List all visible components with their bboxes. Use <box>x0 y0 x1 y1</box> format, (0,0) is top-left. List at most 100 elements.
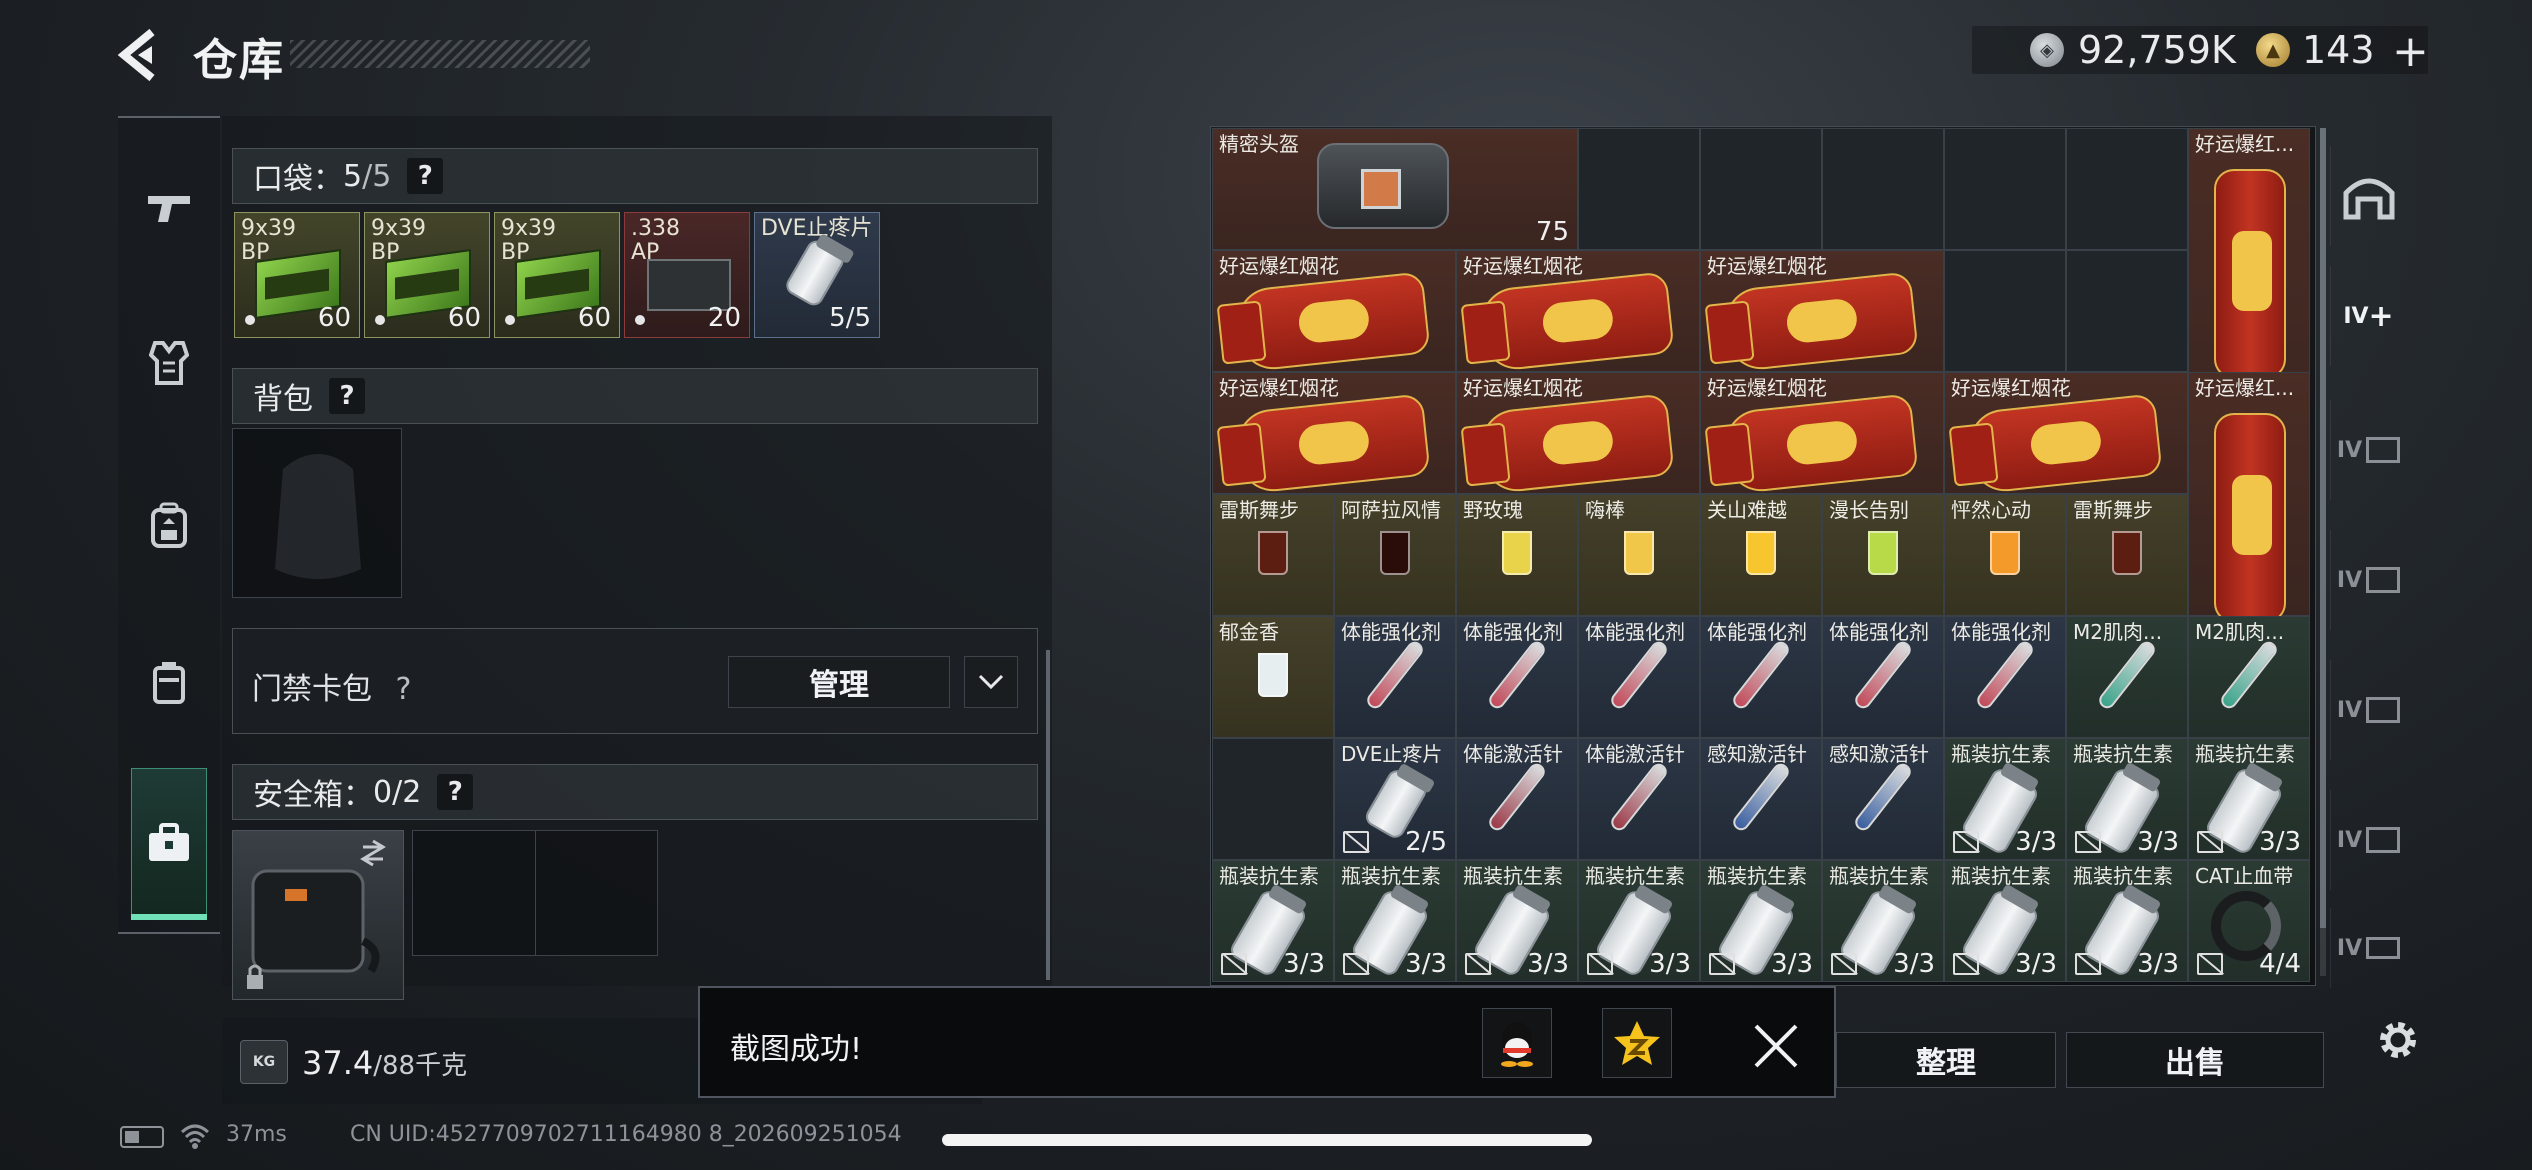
back-button[interactable] <box>112 24 174 86</box>
nav-container[interactable] <box>132 646 206 720</box>
grid-item[interactable]: 体能强化剂 <box>1334 616 1456 738</box>
rail-tab-4[interactable]: IV <box>2330 790 2406 890</box>
grid-item[interactable]: 瓶装抗生素 3/3 <box>1822 860 1944 982</box>
grid-item[interactable]: 精密头盔 75 <box>1212 128 1578 250</box>
grid-scrollbar[interactable] <box>2320 128 2326 928</box>
close-icon[interactable] <box>1746 1016 1806 1076</box>
grid-item[interactable]: M2肌肉... <box>2066 616 2188 738</box>
grid-item[interactable]: 好运爆红烟花 <box>1456 372 1700 495</box>
pocket-slot-4[interactable]: .338 AP 20 <box>624 212 750 338</box>
grid-item[interactable]: 瓶装抗生素 3/3 <box>1334 860 1456 982</box>
sell-button[interactable]: 出售 <box>2066 1032 2324 1088</box>
grid-item[interactable]: 雷斯舞步 <box>1212 494 1334 616</box>
share-qzone-button[interactable] <box>1602 1008 1672 1078</box>
tab-icon: IV <box>2336 567 2363 593</box>
left-scrollbar[interactable] <box>1046 650 1050 980</box>
grid-item[interactable]: 体能强化剂 <box>1456 616 1578 738</box>
item-label: 漫长告别 <box>1829 498 1909 522</box>
grid-item[interactable]: 瓶装抗生素 3/3 <box>1456 860 1578 982</box>
nav-armor[interactable] <box>132 326 206 400</box>
empty-grid-cell[interactable] <box>1944 128 2066 250</box>
safebox-empty-slots[interactable] <box>412 830 658 956</box>
item-label: 怦然心动 <box>1951 498 2031 522</box>
syringe-icon <box>1730 760 1792 834</box>
keycard-help-button[interactable]: ? <box>396 672 412 707</box>
safebox-help-button[interactable]: ? <box>437 774 474 810</box>
grid-item[interactable]: 阿萨拉风情 <box>1334 494 1456 616</box>
empty-grid-cell[interactable] <box>2066 250 2188 372</box>
firework-icon <box>1233 393 1431 495</box>
nav-safebox[interactable] <box>132 806 206 880</box>
home-indicator[interactable] <box>942 1134 1592 1146</box>
syringe-icon <box>2218 638 2280 712</box>
grid-item[interactable]: 好运爆红... <box>2188 372 2310 623</box>
item-label: 瓶装抗生素 <box>1829 864 1929 888</box>
backpack-help-button[interactable]: ? <box>329 378 365 414</box>
settings-button[interactable] <box>2368 1010 2428 1070</box>
grid-item[interactable]: 瓶装抗生素 3/3 <box>1700 860 1822 982</box>
grid-item[interactable]: 瓶装抗生素 3/3 <box>2066 860 2188 982</box>
grid-item[interactable]: 嗨棒 <box>1578 494 1700 616</box>
empty-grid-cell[interactable] <box>1578 128 1700 250</box>
grid-item[interactable]: 体能强化剂 <box>1944 616 2066 738</box>
empty-grid-cell[interactable] <box>1700 128 1822 250</box>
grid-item[interactable]: 瓶装抗生素 3/3 <box>1944 860 2066 982</box>
grid-item[interactable]: 怦然心动 <box>1944 494 2066 616</box>
topup-button[interactable]: + <box>2392 26 2429 77</box>
grid-item[interactable]: 瓶装抗生素 3/3 <box>1944 738 2066 860</box>
grid-item[interactable]: 雷斯舞步 <box>2066 494 2188 616</box>
grid-item[interactable]: 瓶装抗生素 3/3 <box>2066 738 2188 860</box>
rail-bunker[interactable] <box>2330 146 2406 246</box>
share-qq-button[interactable] <box>1482 1008 1552 1078</box>
rail-tab-1[interactable]: IV <box>2330 400 2406 500</box>
grid-item[interactable]: 野玫瑰 <box>1456 494 1578 616</box>
grid-item[interactable]: 好运爆红烟花 <box>1700 250 1944 373</box>
grid-item[interactable]: CAT止血带 4/4 <box>2188 860 2310 982</box>
grid-item[interactable]: M2肌肉... <box>2188 616 2310 738</box>
grid-item[interactable]: 好运爆红烟花 <box>1944 372 2188 495</box>
grid-item[interactable]: 关山难越 <box>1700 494 1822 616</box>
grid-item[interactable]: 体能强化剂 <box>1578 616 1700 738</box>
grid-item[interactable]: 体能激活针 <box>1578 738 1700 860</box>
grid-item[interactable]: 感知激活针 <box>1700 738 1822 860</box>
safebox-item-slot[interactable] <box>232 830 404 1000</box>
rail-tab-5[interactable]: IV <box>2330 908 2406 988</box>
grid-item[interactable]: 瓶装抗生素 3/3 <box>2188 738 2310 860</box>
nav-backpack[interactable] <box>132 488 206 562</box>
pocket-slot-3[interactable]: 9x39 BP 60 <box>494 212 620 338</box>
grid-item[interactable]: 郁金香 <box>1212 616 1334 738</box>
grid-item[interactable]: 瓶装抗生素 3/3 <box>1212 860 1334 982</box>
grid-item[interactable]: 体能强化剂 <box>1822 616 1944 738</box>
grid-item[interactable]: 瓶装抗生素 3/3 <box>1578 860 1700 982</box>
rail-add-tab[interactable]: IV + <box>2330 266 2406 366</box>
grid-item[interactable]: 好运爆红烟花 <box>1456 250 1700 373</box>
empty-grid-cell[interactable] <box>1944 250 2066 372</box>
sort-button[interactable]: 整理 <box>1836 1032 2056 1088</box>
backpack-slot[interactable] <box>232 428 402 598</box>
grid-item[interactable]: 体能激活针 <box>1456 738 1578 860</box>
rail-tab-2[interactable]: IV <box>2330 530 2406 630</box>
safe-case-icon <box>247 839 386 989</box>
grid-item[interactable]: 好运爆红烟花 <box>1212 250 1456 373</box>
manage-button[interactable]: 管理 <box>728 656 950 708</box>
grid-item[interactable]: 感知激活针 <box>1822 738 1944 860</box>
grid-item[interactable]: 漫长告别 <box>1822 494 1944 616</box>
empty-grid-cell[interactable] <box>1822 128 1944 250</box>
pocket-slot-5[interactable]: DVE止疼片 5/5 <box>754 212 880 338</box>
pocket-slot-1[interactable]: 9x39 BP 60 <box>234 212 360 338</box>
expand-button[interactable] <box>964 656 1018 708</box>
rail-tab-3[interactable]: IV <box>2330 660 2406 760</box>
empty-grid-cell[interactable] <box>1212 738 1334 860</box>
nav-weapon[interactable] <box>132 170 206 244</box>
pocket-capacity-total: /5 <box>362 158 392 194</box>
empty-grid-cell[interactable] <box>2066 128 2188 250</box>
pocket-slot-2[interactable]: 9x39 BP 60 <box>364 212 490 338</box>
grid-item[interactable]: DVE止疼片 2/5 <box>1334 738 1456 860</box>
item-count: 75 <box>1535 217 1569 247</box>
grid-item[interactable]: 好运爆红烟花 <box>1212 372 1456 495</box>
weight-value: 37.4/88千克 <box>302 1044 467 1082</box>
pocket-help-button[interactable]: ? <box>407 158 444 194</box>
grid-item[interactable]: 好运爆红烟花 <box>1700 372 1944 495</box>
grid-item[interactable]: 体能强化剂 <box>1700 616 1822 738</box>
item-label: 瓶装抗生素 <box>2073 864 2173 888</box>
